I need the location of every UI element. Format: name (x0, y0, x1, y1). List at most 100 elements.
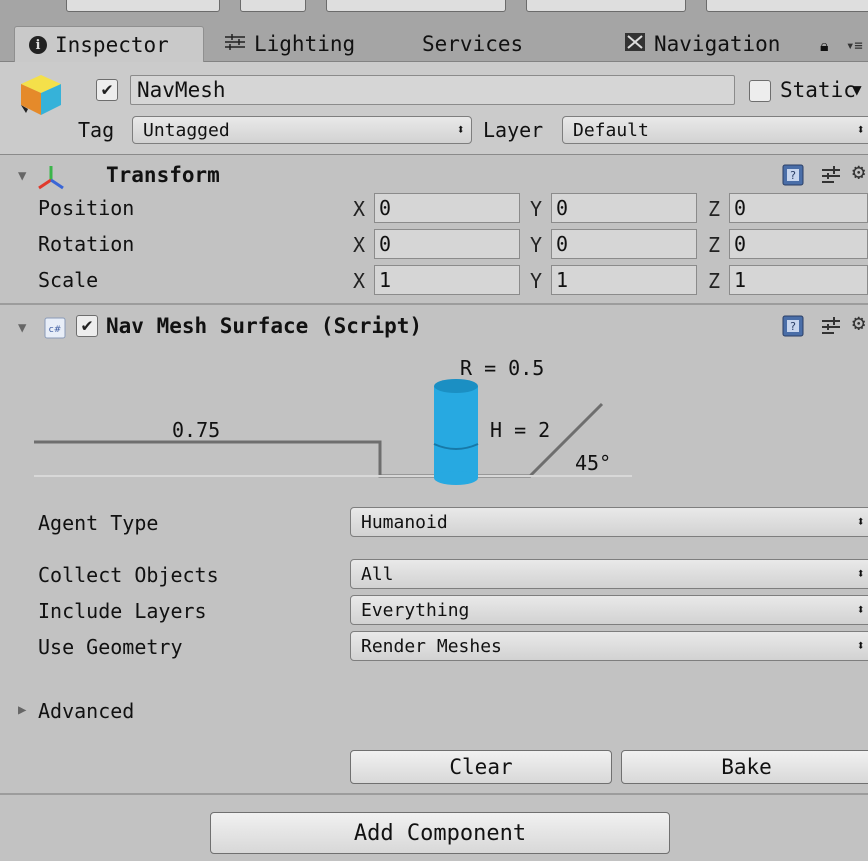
layer-dropdown[interactable]: Default ⬍ (562, 116, 868, 144)
axis-z-label: Z (708, 233, 721, 257)
lighting-icon (224, 32, 246, 56)
scale-x-field[interactable]: 1 (374, 265, 520, 295)
tab-lighting[interactable]: Lighting (224, 26, 355, 62)
info-icon: i (29, 36, 47, 54)
scale-y-field[interactable]: 1 (551, 265, 697, 295)
tab-label: Lighting (254, 32, 356, 56)
section-divider (0, 303, 868, 305)
position-y-field[interactable]: 0 (551, 193, 697, 223)
static-label: Static (780, 78, 856, 102)
active-checkbox[interactable]: ✔ (96, 79, 118, 101)
svg-text:c#: c# (49, 325, 62, 335)
collect-objects-label: Collect Objects (38, 563, 219, 587)
axis-y-label: Y (530, 269, 543, 293)
tag-label: Tag (78, 118, 115, 142)
help-icon[interactable]: ? (782, 164, 804, 191)
help-icon[interactable]: ? (782, 315, 804, 342)
gear-icon[interactable]: ⚙ (852, 160, 865, 185)
toolbar-button[interactable] (66, 0, 220, 12)
position-x-field[interactable]: 0 (374, 193, 520, 223)
svg-text:?: ? (790, 320, 796, 333)
advanced-foldout-arrow-icon[interactable]: ▶ (18, 702, 26, 718)
clear-button[interactable]: Clear (350, 750, 612, 784)
tab-label: Services (422, 32, 524, 56)
axis-x-label: X (353, 197, 366, 221)
field-value: 1 (556, 268, 569, 292)
use-geometry-dropdown[interactable]: Render Meshes ⬍ (350, 631, 868, 661)
tab-services[interactable]: Services (422, 26, 523, 62)
toolbar-button[interactable] (706, 0, 868, 12)
object-name-input[interactable]: NavMesh (130, 75, 735, 105)
gear-icon[interactable]: ⚙ (852, 311, 865, 336)
foldout-arrow-icon[interactable]: ▼ (18, 168, 26, 184)
component-enabled-checkbox[interactable]: ✔ (76, 315, 98, 337)
object-name-text: NavMesh (137, 78, 226, 102)
field-value: 1 (734, 268, 747, 292)
collect-objects-value: All (361, 563, 394, 585)
agent-cylinder (433, 379, 479, 485)
navigation-icon (624, 32, 646, 57)
agent-type-dropdown[interactable]: Humanoid ⬍ (350, 507, 868, 537)
presets-icon[interactable] (820, 164, 842, 191)
static-checkbox[interactable] (749, 80, 771, 102)
step-height-label: 0.75 (172, 418, 221, 442)
dropdown-arrow-icon: ⬍ (856, 638, 865, 654)
position-z-field[interactable]: 0 (729, 193, 868, 223)
dropdown-arrow-icon: ⬍ (856, 122, 865, 138)
clear-button-label: Clear (449, 755, 513, 779)
dropdown-arrow-icon: ⬍ (856, 602, 865, 618)
agent-type-value: Humanoid (361, 511, 448, 533)
height-label: H = 2 (490, 418, 551, 442)
axis-y-label: Y (530, 197, 543, 221)
field-value: 0 (379, 232, 392, 256)
scale-label: Scale (38, 268, 99, 292)
bake-button[interactable]: Bake (621, 750, 868, 784)
include-layers-value: Everything (361, 599, 470, 621)
bake-button-label: Bake (721, 755, 772, 779)
field-value: 0 (556, 196, 569, 220)
layer-label: Layer (483, 118, 544, 142)
field-value: 0 (734, 232, 747, 256)
dropdown-arrow-icon: ⬍ (856, 566, 865, 582)
svg-text:?: ? (790, 169, 796, 182)
rotation-label: Rotation (38, 232, 135, 256)
scale-z-field[interactable]: 1 (729, 265, 868, 295)
use-geometry-value: Render Meshes (361, 635, 502, 657)
layer-value: Default (573, 119, 649, 141)
agent-type-label: Agent Type (38, 511, 159, 535)
foldout-arrow-icon[interactable]: ▼ (18, 320, 26, 336)
tag-dropdown[interactable]: Untagged ⬍ (132, 116, 472, 144)
axis-z-label: Z (708, 197, 721, 221)
toolbar-button[interactable] (240, 0, 306, 12)
slope-angle-label: 45° (575, 451, 612, 475)
tab-inspector[interactable]: i Inspector (14, 26, 204, 63)
toolbar-button[interactable] (326, 0, 506, 12)
radius-label: R = 0.5 (460, 356, 545, 380)
position-label: Position (38, 196, 135, 220)
axis-x-label: X (353, 269, 366, 293)
section-divider (0, 793, 868, 795)
presets-icon[interactable] (820, 315, 842, 342)
transform-title: Transform (106, 163, 220, 187)
transform-axes-icon (36, 163, 66, 196)
field-value: 0 (556, 232, 569, 256)
field-value: 0 (379, 196, 392, 220)
rotation-x-field[interactable]: 0 (374, 229, 520, 259)
dropdown-arrow-icon: ⬍ (856, 514, 865, 530)
include-layers-dropdown[interactable]: Everything ⬍ (350, 595, 868, 625)
lock-icon[interactable]: 🔒︎ (820, 36, 829, 56)
tab-navigation[interactable]: Navigation (624, 26, 780, 62)
rotation-z-field[interactable]: 0 (729, 229, 868, 259)
rotation-y-field[interactable]: 0 (551, 229, 697, 259)
static-dropdown-icon[interactable]: ▼ (852, 80, 862, 99)
menu-icon[interactable]: ▾≡ (846, 38, 863, 54)
dropdown-arrow-icon: ⬍ (456, 122, 465, 138)
use-geometry-label: Use Geometry (38, 635, 183, 659)
axis-z-label: Z (708, 269, 721, 293)
tag-value: Untagged (143, 119, 230, 141)
advanced-foldout-label[interactable]: Advanced (38, 699, 134, 723)
add-component-button[interactable]: Add Component (210, 812, 670, 854)
include-layers-label: Include Layers (38, 599, 207, 623)
collect-objects-dropdown[interactable]: All ⬍ (350, 559, 868, 589)
toolbar-button[interactable] (526, 0, 686, 12)
